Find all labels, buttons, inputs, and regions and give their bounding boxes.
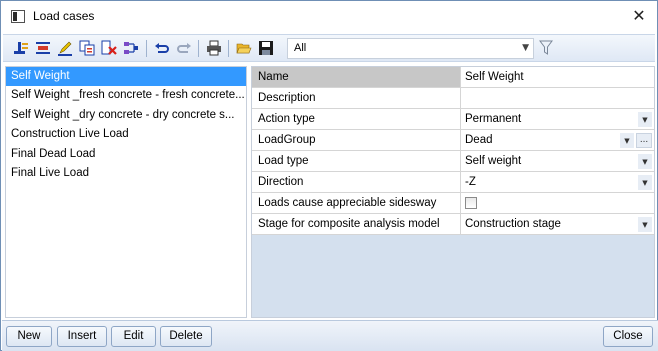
list-item[interactable]: Final Dead Load: [6, 145, 246, 164]
loadgroup-more-button[interactable]: ...: [636, 133, 652, 148]
toolbar-separator: [146, 40, 147, 57]
insert-icon[interactable]: [35, 40, 51, 56]
new-case-icon[interactable]: [13, 40, 29, 56]
structure-icon[interactable]: [123, 40, 139, 56]
toolbar-separator: [228, 40, 229, 57]
chevron-down-icon[interactable]: ▼: [620, 133, 634, 148]
sidesway-cell: [461, 193, 654, 213]
window-title: Load cases: [33, 9, 95, 23]
title-bar: Load cases ✕: [1, 1, 657, 31]
save-icon[interactable]: [258, 40, 274, 56]
name-field[interactable]: Self Weight: [461, 67, 654, 87]
stage-select[interactable]: Construction stage ▼: [461, 214, 654, 234]
property-row-loadgroup: LoadGroup Dead ▼ ...: [252, 130, 654, 151]
loadgroup-value: Dead: [465, 134, 493, 146]
property-label: Name: [252, 67, 461, 87]
open-folder-icon[interactable]: [236, 40, 252, 56]
property-label: Loads cause appreciable sidesway: [252, 193, 461, 213]
property-label: Stage for composite analysis model: [252, 214, 461, 234]
action-type-value: Permanent: [465, 113, 522, 125]
chevron-down-icon[interactable]: ▼: [638, 154, 652, 169]
property-label: Description: [252, 88, 461, 108]
load-case-list: Self Weight Self Weight _fresh concrete …: [5, 66, 247, 318]
properties-pane: Name Self Weight Description Action type…: [251, 66, 655, 318]
chevron-down-icon[interactable]: ▼: [638, 217, 652, 232]
funnel-icon[interactable]: [539, 40, 553, 56]
loadgroup-select[interactable]: Dead ▼ ...: [461, 130, 654, 150]
sidesway-checkbox[interactable]: [465, 197, 477, 209]
undo-icon[interactable]: [154, 40, 170, 56]
load-type-value: Self weight: [465, 155, 522, 167]
property-row-action-type: Action type Permanent ▼: [252, 109, 654, 130]
toolbar-separator: [198, 40, 199, 57]
property-label: Load type: [252, 151, 461, 171]
delete-button[interactable]: Delete: [160, 326, 212, 347]
property-label: LoadGroup: [252, 130, 461, 150]
edit-icon[interactable]: [57, 40, 73, 56]
list-item[interactable]: Construction Live Load: [6, 125, 246, 144]
property-label: Direction: [252, 172, 461, 192]
load-cases-dialog: Load cases ✕ All ▼ Self Weight Self Weig…: [0, 0, 658, 351]
button-bar: New Insert Edit Delete Close: [2, 320, 658, 351]
toolbar: All ▼: [3, 34, 655, 62]
list-item[interactable]: Final Live Load: [6, 164, 246, 183]
delete-icon[interactable]: [101, 40, 117, 56]
filter-combo[interactable]: All ▼: [287, 38, 534, 59]
new-button[interactable]: New: [6, 326, 52, 347]
property-row-description: Description: [252, 88, 654, 109]
copy-icon[interactable]: [79, 40, 95, 56]
property-row-load-type: Load type Self weight ▼: [252, 151, 654, 172]
stage-value: Construction stage: [465, 218, 561, 230]
close-button[interactable]: Close: [603, 326, 653, 347]
direction-select[interactable]: -Z ▼: [461, 172, 654, 192]
insert-button[interactable]: Insert: [57, 326, 107, 347]
chevron-down-icon[interactable]: ▼: [638, 175, 652, 190]
property-row-direction: Direction -Z ▼: [252, 172, 654, 193]
close-window-button[interactable]: ✕: [629, 6, 649, 26]
property-row-stage: Stage for composite analysis model Const…: [252, 214, 654, 235]
list-item[interactable]: Self Weight _fresh concrete - fresh conc…: [6, 86, 246, 105]
chevron-down-icon[interactable]: ▼: [638, 112, 652, 127]
load-type-select[interactable]: Self weight ▼: [461, 151, 654, 171]
window-icon: [11, 9, 25, 23]
redo-icon[interactable]: [176, 40, 192, 56]
chevron-down-icon[interactable]: ▼: [522, 43, 529, 53]
list-item[interactable]: Self Weight _dry concrete - dry concrete…: [6, 106, 246, 125]
description-field[interactable]: [461, 88, 654, 108]
filter-value: All: [294, 42, 307, 54]
property-row-name: Name Self Weight: [252, 67, 654, 88]
edit-button[interactable]: Edit: [111, 326, 156, 347]
action-type-select[interactable]: Permanent ▼: [461, 109, 654, 129]
print-icon[interactable]: [206, 40, 222, 56]
property-grid: Name Self Weight Description Action type…: [252, 67, 654, 235]
property-label: Action type: [252, 109, 461, 129]
list-item[interactable]: Self Weight: [6, 67, 246, 87]
direction-value: -Z: [465, 176, 476, 188]
property-row-sidesway: Loads cause appreciable sidesway: [252, 193, 654, 214]
